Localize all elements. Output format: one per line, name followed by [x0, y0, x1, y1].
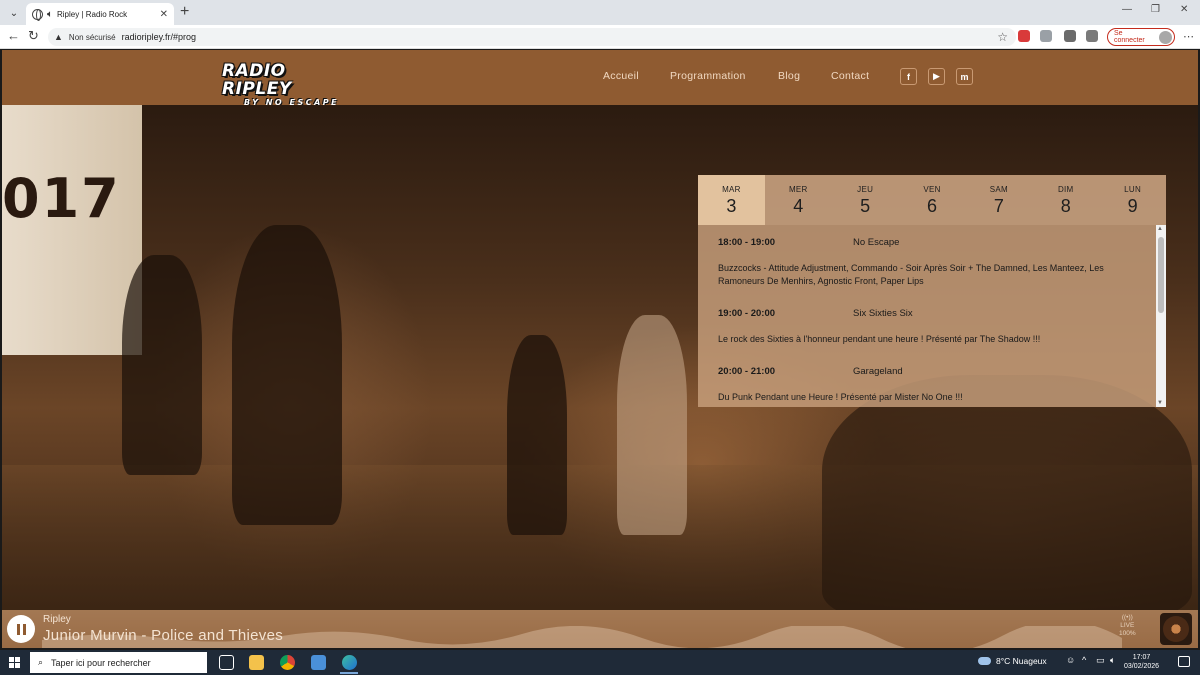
- day-tabs: MAR 3 MER 4 JEU 5 VEN 6 SAM 7 DIM 8 LUN …: [698, 175, 1166, 225]
- youtube-icon[interactable]: ▶: [928, 68, 945, 85]
- web-page: RADIO RIPLEY BY NO ESCAPE Accueil Progra…: [2, 50, 1198, 648]
- volume-level[interactable]: 100%: [1119, 630, 1136, 638]
- system-clock[interactable]: 17:07 03/02/2026: [1124, 653, 1159, 671]
- taskbar-search[interactable]: ⌕ Taper ici pour rechercher: [30, 652, 207, 673]
- pause-icon: [16, 623, 20, 635]
- broadcast-icon: ((•)): [1121, 614, 1133, 621]
- mastodon-icon[interactable]: m: [956, 68, 973, 85]
- program-item: 18:00 - 19:00 No Escape Buzzcocks - Atti…: [718, 237, 1142, 288]
- tab-day-jeu[interactable]: JEU 5: [832, 175, 899, 225]
- program-desc: Le rock des Sixties à l'honneur pendant …: [718, 334, 1041, 344]
- chrome-icon[interactable]: [280, 655, 295, 670]
- hero-concert-photo: 017 MAR 3 MER 4 JEU 5 VEN 6 SAM 7 DIM 8 …: [2, 105, 1198, 610]
- station-name: Ripley: [43, 614, 71, 625]
- singer-figure: [507, 335, 567, 535]
- tab-day-ven[interactable]: VEN 6: [899, 175, 966, 225]
- program-time: 18:00 - 19:00: [718, 237, 776, 248]
- program-name: No Escape: [853, 237, 900, 248]
- avatar: [1159, 30, 1172, 44]
- dancer-figure: [617, 315, 687, 535]
- speaker-icon[interactable]: 🔈︎: [47, 9, 53, 20]
- edge-icon[interactable]: [342, 655, 357, 670]
- browser-tab[interactable]: 🔈︎ Ripley | Radio Rock ✕: [26, 3, 174, 25]
- tab-day-mar[interactable]: MAR 3: [698, 175, 765, 225]
- tab-day-mer[interactable]: MER 4: [765, 175, 832, 225]
- guitarist-figure: [232, 225, 342, 525]
- address-bar-row: ← ↻ ▲ Non sécurisé radioripley.fr/#prog …: [0, 25, 1200, 49]
- program-name: Garageland: [853, 366, 903, 377]
- network-icon[interactable]: ▭: [1096, 655, 1105, 666]
- facebook-icon[interactable]: f: [900, 68, 917, 85]
- tab-day-dim[interactable]: DIM 8: [1032, 175, 1099, 225]
- favorites-icon[interactable]: [1086, 30, 1098, 42]
- nav-programmation[interactable]: Programmation: [670, 70, 746, 82]
- tab-title: Ripley | Radio Rock: [57, 9, 128, 19]
- new-tab-icon[interactable]: +: [180, 4, 189, 20]
- schedule-panel: MAR 3 MER 4 JEU 5 VEN 6 SAM 7 DIM 8 LUN …: [698, 175, 1166, 407]
- site-logo[interactable]: RADIO RIPLEY BY NO ESCAPE: [222, 62, 350, 107]
- signin-button[interactable]: Se connecter: [1107, 28, 1175, 46]
- live-badge: ((•)) LIVE 100%: [1119, 614, 1136, 638]
- program-list[interactable]: 18:00 - 19:00 No Escape Buzzcocks - Atti…: [698, 225, 1156, 407]
- close-tab-icon[interactable]: ✕: [160, 9, 168, 20]
- tab-day-lun[interactable]: LUN 9: [1099, 175, 1166, 225]
- insecure-label[interactable]: Non sécurisé: [69, 33, 116, 42]
- refresh-icon[interactable]: ↻: [28, 29, 39, 43]
- nav-accueil[interactable]: Accueil: [603, 70, 639, 82]
- extension-icon[interactable]: [1018, 30, 1030, 42]
- url-field[interactable]: ▲ Non sécurisé radioripley.fr/#prog ☆: [48, 28, 1016, 46]
- pause-button[interactable]: [7, 615, 35, 643]
- puzzle-icon[interactable]: [1040, 30, 1052, 42]
- calculator-icon[interactable]: [311, 655, 326, 670]
- program-item: 19:00 - 20:00 Six Sixties Six Le rock de…: [718, 308, 1142, 346]
- windows-start-icon[interactable]: [9, 657, 20, 668]
- active-app-indicator: [340, 672, 358, 674]
- volume-icon[interactable]: 🔈︎: [1110, 655, 1115, 666]
- people-icon[interactable]: ☺: [1066, 655, 1075, 665]
- notifications-icon[interactable]: [1178, 656, 1190, 667]
- tab-actions-icon[interactable]: ⌄: [6, 5, 22, 21]
- radio-player: Ripley Junior Murvin - Police and Thieve…: [2, 610, 1198, 648]
- program-desc: Buzzcocks - Attitude Adjustment, Command…: [718, 263, 1104, 286]
- taskbar: ⌕ Taper ici pour rechercher 8°C Nuageux …: [0, 650, 1200, 675]
- program-time: 19:00 - 20:00: [718, 308, 776, 319]
- nav-blog[interactable]: Blog: [778, 70, 800, 82]
- weather-widget[interactable]: 8°C Nuageux: [978, 656, 1047, 666]
- album-cover: [1160, 613, 1192, 645]
- url-text[interactable]: radioripley.fr/#prog: [122, 32, 196, 42]
- scroll-up-icon[interactable]: ▲: [1157, 226, 1163, 232]
- file-explorer-icon[interactable]: [249, 655, 264, 670]
- crowd-figure: [822, 375, 1192, 610]
- scroll-down-icon[interactable]: ▼: [1157, 400, 1163, 406]
- photographer-figure: [122, 255, 202, 475]
- program-desc: Du Punk Pendant une Heure ! Présenté par…: [718, 392, 963, 402]
- signin-label: Se connecter: [1114, 30, 1145, 44]
- program-name: Six Sixties Six: [853, 308, 913, 319]
- search-icon: ⌕: [38, 657, 44, 667]
- program-item: 20:00 - 21:00 Garageland Du Punk Pendant…: [718, 366, 1142, 404]
- browser-tabbar: ⌄ 🔈︎ Ripley | Radio Rock ✕ + — ❐ ✕: [0, 0, 1200, 25]
- close-window-icon[interactable]: ✕: [1180, 4, 1188, 15]
- minimize-icon[interactable]: —: [1122, 4, 1132, 15]
- nav-contact[interactable]: Contact: [831, 70, 869, 82]
- restore-icon[interactable]: ❐: [1151, 4, 1160, 15]
- program-scrollbar[interactable]: ▲ ▼: [1156, 225, 1166, 407]
- stage-banner: 017: [2, 105, 142, 355]
- cloud-icon: [978, 657, 991, 665]
- more-menu-icon[interactable]: ⋯: [1183, 30, 1194, 43]
- task-view-icon[interactable]: [219, 655, 234, 670]
- split-screen-icon[interactable]: [1064, 30, 1076, 42]
- globe-icon: [32, 8, 43, 21]
- show-hidden-icons[interactable]: ^: [1082, 655, 1086, 665]
- warning-icon[interactable]: ▲: [54, 32, 63, 42]
- tab-day-sam[interactable]: SAM 7: [965, 175, 1032, 225]
- site-header: RADIO RIPLEY BY NO ESCAPE Accueil Progra…: [2, 50, 1198, 107]
- program-time: 20:00 - 21:00: [718, 366, 776, 377]
- now-playing-track: Junior Murvin - Police and Thieves: [43, 627, 284, 644]
- search-placeholder: Taper ici pour rechercher: [51, 657, 151, 668]
- scrollbar-thumb[interactable]: [1158, 237, 1164, 313]
- favorite-star-icon[interactable]: ☆: [997, 30, 1008, 44]
- back-icon[interactable]: ←: [7, 29, 20, 43]
